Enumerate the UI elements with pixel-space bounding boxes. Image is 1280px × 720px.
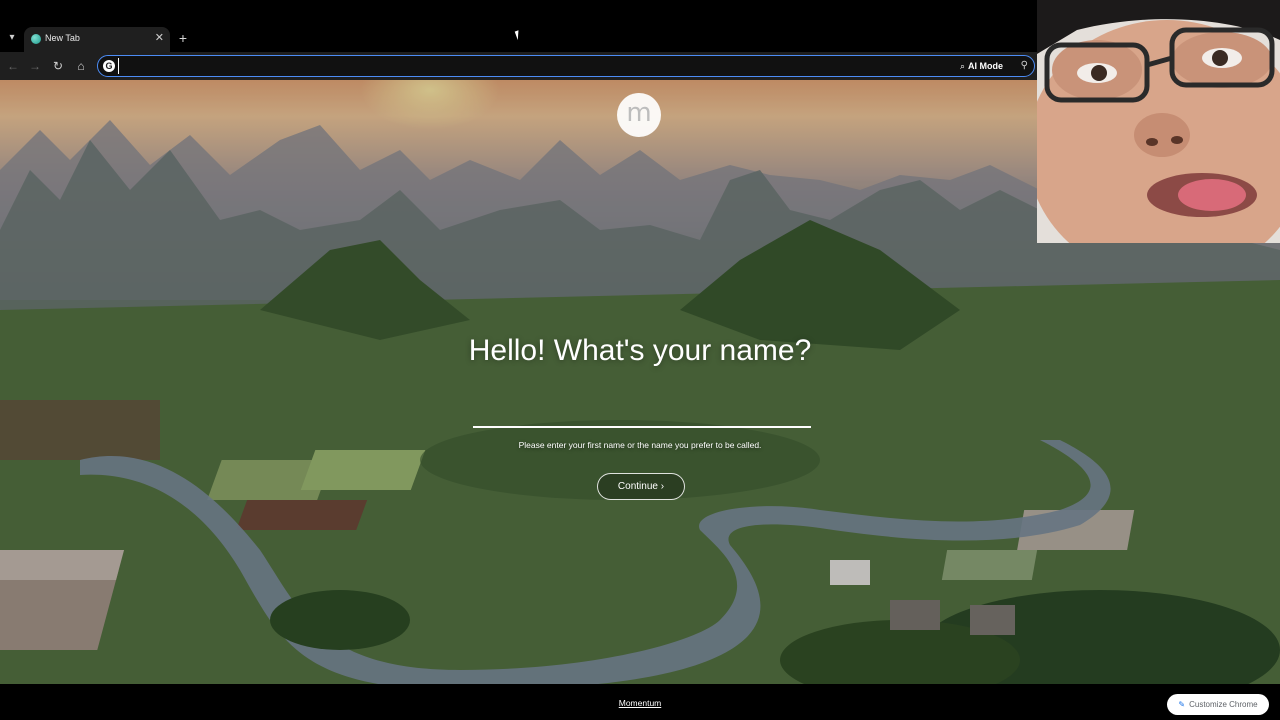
mouse-cursor-icon	[514, 28, 526, 41]
webcam-face-image	[1037, 0, 1280, 243]
name-hint-text: Please enter your first name or the name…	[518, 440, 762, 450]
ai-mode-search-icon: ⌕	[960, 61, 966, 71]
address-bar[interactable]: G ⌕ AI Mode ⚲	[97, 55, 1035, 77]
google-g-icon: G	[103, 60, 115, 72]
pencil-icon: ✎	[1178, 700, 1186, 709]
tab-new-tab[interactable]: New Tab ✕	[24, 27, 170, 52]
tab-title: New Tab	[45, 33, 80, 43]
customize-chrome-button[interactable]: ✎ Customize Chrome	[1167, 694, 1269, 715]
continue-button[interactable]: Continue ›	[597, 473, 685, 500]
tab-favicon-icon	[31, 34, 41, 44]
momentum-logo: m	[617, 93, 661, 137]
name-input[interactable]	[473, 388, 811, 428]
back-arrow-icon[interactable]: ←	[5, 58, 21, 74]
home-icon[interactable]: ⌂	[73, 58, 89, 74]
browser-toolbar: ← → ↻ ⌂ G ⌕ AI Mode ⚲	[0, 52, 1040, 80]
reload-icon[interactable]: ↻	[50, 58, 66, 74]
ai-mode-button[interactable]: ⌕ AI Mode	[956, 59, 1007, 73]
tab-close-icon[interactable]: ✕	[155, 31, 164, 45]
bottom-bar: Momentum ✎ Customize Chrome	[0, 684, 1280, 720]
momentum-footer-link[interactable]: Momentum	[600, 698, 680, 708]
customize-chrome-label: Customize Chrome	[1189, 700, 1258, 709]
forward-arrow-icon[interactable]: →	[27, 58, 43, 74]
ai-mode-label: AI Mode	[968, 61, 1004, 71]
webcam-overlay	[1037, 0, 1280, 243]
address-input[interactable]	[118, 58, 939, 74]
search-lens-icon[interactable]: ⚲	[1021, 59, 1028, 73]
tab-search-chevron-icon[interactable]: ▾	[4, 30, 20, 46]
new-tab-plus-icon[interactable]: +	[176, 30, 190, 46]
greeting-heading: Hello! What's your name?	[468, 334, 812, 367]
